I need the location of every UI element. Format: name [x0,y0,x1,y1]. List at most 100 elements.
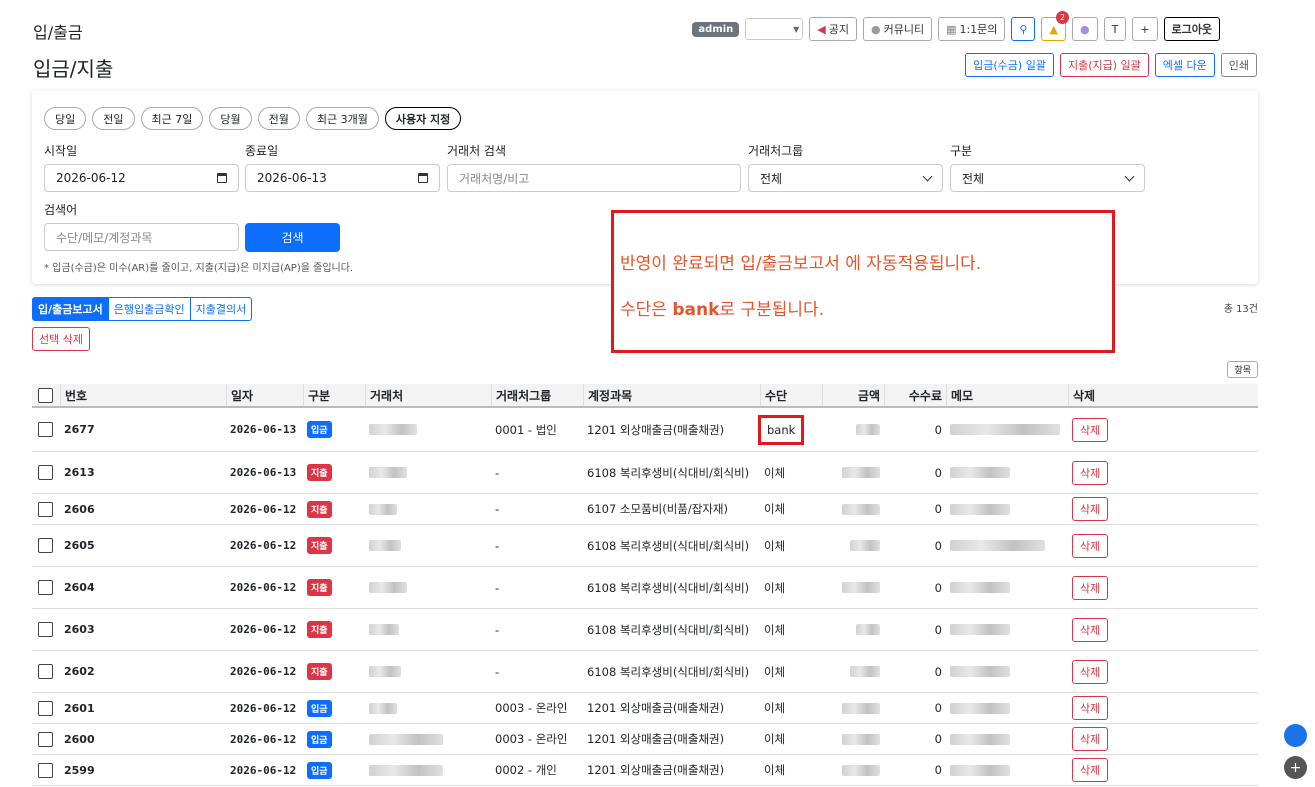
period-button[interactable]: 사용자 지정 [384,107,462,130]
table-row[interactable]: 2613 2026-06-13 지출 - 6108 복리후생비(식대비/회식비) 이체 0 삭… [32,452,1258,494]
calendar-icon[interactable] [217,173,227,183]
column-header: 거래처그룹 [491,384,583,406]
columns-button[interactable]: 항목 [1227,361,1258,378]
row-checkbox[interactable] [38,465,53,480]
community-button[interactable]: ● 커뮤니티 [862,17,933,41]
column-header: 삭제 [1068,384,1258,406]
delete-button[interactable]: 삭제 [1072,575,1109,600]
partner-name-redacted [369,702,397,714]
table-row[interactable]: 2677 2026-06-13 입금 0001 - 법인 1201 외상매출금(매출채권… [32,408,1258,452]
memo-redacted [950,503,1010,515]
table-row[interactable]: 2599 2026-06-12 입금 0002 - 개인 1201 외상매출금(매출채권… [32,755,1258,786]
delete-button[interactable]: 삭제 [1072,417,1109,442]
withdraw-batch-button[interactable]: 지출(지급) 일괄 [1059,53,1149,77]
account-subject: 1201 외상매출금(매출채권) [587,422,725,437]
caret-down-icon: ▼ [793,24,800,34]
period-button[interactable]: 전일 [92,107,135,130]
row-checkbox[interactable] [38,664,53,679]
column-header: 수단 [760,384,822,406]
row-date: 2026-06-13 [230,423,297,436]
payment-method: 이체 [764,502,786,516]
zoom-in-button[interactable]: + [1132,17,1158,41]
memo-redacted [950,467,1010,478]
delete-button[interactable]: 삭제 [1072,460,1109,485]
kind-select[interactable]: 전체 [950,164,1145,192]
delete-button[interactable]: 삭제 [1072,533,1109,558]
user-dropdown[interactable]: ▼ [745,18,804,40]
period-button[interactable]: 최근 7일 [140,107,204,130]
period-button[interactable]: 최근 3개월 [305,107,379,130]
table-row[interactable]: 2606 2026-06-12 지출 - 6107 소모품비(비품/잡자재) 이체 0 삭제 [32,494,1258,525]
partner-group: 0003 - 온라인 [495,732,568,746]
column-header: 계정과목 [583,384,760,406]
row-checkbox[interactable] [38,580,53,595]
period-button[interactable]: 당월 [209,107,252,130]
delete-button[interactable]: 삭제 [1072,727,1109,751]
memo-redacted [950,624,1010,635]
row-checkbox[interactable] [38,731,53,747]
start-date-input[interactable]: 2026-06-12 [44,164,239,192]
delete-button[interactable]: 삭제 [1072,497,1109,521]
row-date: 2026-06-12 [230,732,297,746]
search-button[interactable]: ⚲ [1011,17,1036,41]
tab-0[interactable]: 입/출금보고서 [32,297,109,321]
callout-annotation: 반영이 완료되면 입/출금보고서 에 자동적용됩니다. 수단은 bank로 구분… [611,210,1115,353]
delete-button[interactable]: 삭제 [1072,659,1109,684]
delete-button[interactable]: 삭제 [1072,758,1109,782]
table-row[interactable]: 2602 2026-06-12 지출 - 6108 복리후생비(식대비/회식비) 이체 0 삭… [32,651,1258,693]
account-subject: 6108 복리후생비(식대비/회식비) [587,465,750,480]
deposit-batch-button[interactable]: 입금(수금) 일괄 [965,53,1054,77]
tab-1[interactable]: 은행입출금확인 [107,297,191,321]
calendar-icon[interactable] [418,173,428,183]
row-checkbox[interactable] [38,700,53,716]
select-all-checkbox[interactable] [38,387,53,403]
row-number: 2600 [64,732,95,746]
delete-button[interactable]: 삭제 [1072,696,1109,720]
text-size-button[interactable]: T [1103,17,1127,41]
table-row[interactable]: 2605 2026-06-12 지출 - 6108 복리후생비(식대비/회식비) 이체 0 삭… [32,525,1258,567]
partner-search-input[interactable]: 거래처명/비고 [447,164,741,192]
message-button[interactable]: ● [1071,17,1098,41]
row-date: 2026-06-12 [230,665,297,678]
excel-download-button[interactable]: 엑셀 다운 [1154,53,1215,77]
admin-badge: admin [692,21,740,37]
section-title: 입/출금 [33,23,83,42]
row-date: 2026-06-12 [230,539,297,552]
notice-button[interactable]: ◀ 공지 [809,17,857,41]
print-button[interactable]: 인쇄 [1220,53,1257,77]
partner-group: 0001 - 법인 [495,422,557,437]
partner-group-select[interactable]: 전체 [748,164,943,192]
row-checkbox[interactable] [38,422,53,437]
delete-button[interactable]: 삭제 [1072,617,1109,642]
amount-redacted [856,624,880,635]
kind-badge: 입금 [307,730,332,748]
add-fab[interactable]: + [1284,756,1307,779]
table-row[interactable]: 2601 2026-06-12 입금 0003 - 온라인 1201 외상매출금(매출채… [32,693,1258,724]
partner-group: 0003 - 온라인 [495,701,568,715]
period-button[interactable]: 당일 [44,107,87,130]
notification-button[interactable]: ▲ 2 [1041,11,1069,41]
logout-button[interactable]: 로그아웃 [1163,17,1220,41]
memo-redacted [950,582,1010,593]
select-delete-button[interactable]: 선택 삭제 [32,327,90,351]
chat-fab[interactable] [1284,724,1307,747]
kind-value: 전체 [962,171,985,186]
inquiry-button[interactable]: ▦ 1:1문의 [938,17,1006,41]
table-row[interactable]: 2600 2026-06-12 입금 0003 - 온라인 1201 외상매출금(매출채… [32,724,1258,755]
kind-badge: 지출 [307,621,332,638]
row-checkbox[interactable] [38,538,53,553]
table-row[interactable]: 2603 2026-06-12 지출 - 6108 복리후생비(식대비/회식비) 이체 0 삭… [32,609,1258,651]
callout-line-2-bold: bank [672,300,720,320]
tab-2[interactable]: 지출결의서 [189,297,253,321]
period-button[interactable]: 전월 [257,107,300,130]
keyword-input[interactable]: 수단/메모/계정과목 [44,223,239,251]
search-submit-button[interactable]: 검색 [245,223,340,252]
end-date-input[interactable]: 2026-06-13 [245,164,440,192]
row-checkbox[interactable] [38,622,53,637]
payment-method: 이체 [764,622,786,637]
row-checkbox[interactable] [38,501,53,517]
start-date-value: 2026-06-12 [56,171,126,185]
row-checkbox[interactable] [38,762,53,778]
table-row[interactable]: 2604 2026-06-12 지출 - 6108 복리후생비(식대비/회식비) 이체 0 삭… [32,567,1258,609]
partner-group-label: 거래처그룹 [748,144,804,158]
